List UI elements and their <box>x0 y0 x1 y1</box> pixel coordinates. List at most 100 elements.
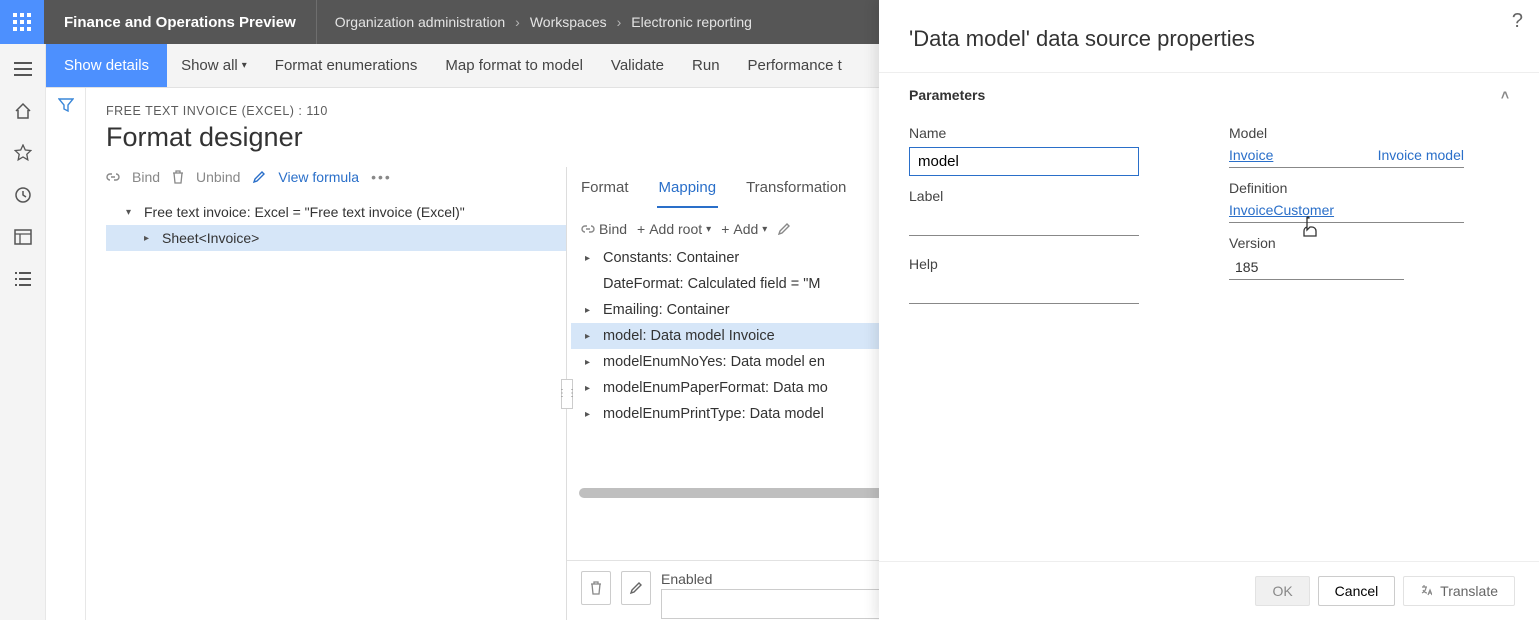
action-label: Run <box>692 57 720 74</box>
workspace-icon[interactable] <box>8 222 38 252</box>
cancel-button[interactable]: Cancel <box>1318 576 1396 606</box>
caret-right-icon: ▸ <box>585 409 595 420</box>
version-label: Version <box>1229 235 1509 251</box>
breadcrumb-item[interactable]: Workspaces <box>530 14 607 30</box>
delete-button[interactable] <box>581 571 611 605</box>
chevron-down-icon: ▾ <box>242 60 247 71</box>
panel-title: 'Data model' data source properties <box>879 0 1539 72</box>
view-formula-button[interactable]: View formula <box>278 169 359 185</box>
left-nav-rail <box>0 44 46 620</box>
caret-right-icon: ▸ <box>585 331 595 342</box>
label-label: Label <box>909 188 1189 204</box>
tree-row[interactable]: ▾ Free text invoice: Excel = "Free text … <box>106 199 566 225</box>
left-toolbar: Bind Unbind View formula ••• <box>106 167 566 191</box>
action-label: Validate <box>611 57 664 74</box>
definition-label: Definition <box>1229 180 1509 196</box>
action-label: Performance t <box>748 57 842 74</box>
chevron-down-icon: ▾ <box>762 224 767 235</box>
chevron-right-icon: › <box>515 14 520 30</box>
add-root-label: Add root <box>649 221 702 237</box>
tree-label: modelEnumPrintType: Data model <box>603 406 824 422</box>
version-value: 185 <box>1235 257 1258 275</box>
app-launcher-button[interactable] <box>0 0 44 44</box>
breadcrumb: Organization administration › Workspaces… <box>317 0 770 44</box>
panel-footer: OK Cancel Translate <box>879 561 1539 620</box>
tree-label: Constants: Container <box>603 250 739 266</box>
label-input[interactable] <box>909 210 1139 236</box>
cancel-label: Cancel <box>1335 583 1379 599</box>
help-input[interactable] <box>909 278 1139 304</box>
filter-strip <box>46 88 86 620</box>
more-icon[interactable]: ••• <box>371 169 392 185</box>
edit-button[interactable] <box>777 222 791 236</box>
caret-right-icon: ▸ <box>585 383 595 394</box>
link-icon <box>106 170 120 184</box>
app-title: Finance and Operations Preview <box>44 0 317 44</box>
model-link-left[interactable]: Invoice <box>1229 147 1273 163</box>
translate-label: Translate <box>1440 583 1498 599</box>
name-label: Name <box>909 125 1189 141</box>
parameters-section-header[interactable]: Parameters ˄ <box>879 73 1539 109</box>
hamburger-icon[interactable] <box>8 54 38 84</box>
section-title: Parameters <box>909 87 985 103</box>
tree-label: Emailing: Container <box>603 302 730 318</box>
unbind-button[interactable]: Unbind <box>196 169 240 185</box>
list-icon[interactable] <box>8 264 38 294</box>
recent-icon[interactable] <box>8 180 38 210</box>
breadcrumb-item[interactable]: Electronic reporting <box>631 14 752 30</box>
map-format-button[interactable]: Map format to model <box>431 44 597 87</box>
filter-icon[interactable] <box>58 98 74 620</box>
tree-label: Sheet<Invoice> <box>162 230 259 246</box>
tree-label: modelEnumPaperFormat: Data mo <box>603 380 828 396</box>
breadcrumb-item[interactable]: Organization administration <box>335 14 505 30</box>
caret-down-icon: ▾ <box>126 207 136 218</box>
validate-button[interactable]: Validate <box>597 44 678 87</box>
tab-mapping[interactable]: Mapping <box>657 173 719 208</box>
add-button[interactable]: + Add ▾ <box>721 221 767 237</box>
show-all-button[interactable]: Show all ▾ <box>167 44 261 87</box>
translate-button[interactable]: Translate <box>1403 576 1515 606</box>
definition-link[interactable]: InvoiceCustomer <box>1229 202 1334 218</box>
chevron-right-icon: › <box>617 14 622 30</box>
properties-panel: ? 'Data model' data source properties Pa… <box>879 0 1539 620</box>
show-details-button[interactable]: Show details <box>46 44 167 87</box>
bind-button[interactable]: Bind <box>581 221 627 237</box>
edit-enabled-button[interactable] <box>621 571 651 605</box>
caret-right-icon: ▸ <box>585 357 595 368</box>
caret-right-icon: ▸ <box>585 253 595 264</box>
show-details-label: Show details <box>64 57 149 74</box>
chevron-up-icon[interactable]: ˄ <box>1501 87 1509 103</box>
translate-icon <box>1420 583 1436 599</box>
tree-label: DateFormat: Calculated field = "M <box>603 276 821 292</box>
format-enumerations-button[interactable]: Format enumerations <box>261 44 432 87</box>
pencil-icon <box>252 170 266 184</box>
ok-label: OK <box>1272 583 1292 599</box>
caret-right-icon: ▸ <box>144 233 154 244</box>
tree-row[interactable]: ▸ Sheet<Invoice> <box>106 225 566 251</box>
star-icon[interactable] <box>8 138 38 168</box>
tab-format[interactable]: Format <box>579 173 631 208</box>
chevron-down-icon: ▾ <box>706 224 711 235</box>
help-icon[interactable]: ? <box>1512 10 1523 33</box>
waffle-icon <box>13 13 31 31</box>
home-icon[interactable] <box>8 96 38 126</box>
tree-label: model: Data model Invoice <box>603 328 775 344</box>
format-tree: ▾ Free text invoice: Excel = "Free text … <box>106 199 566 251</box>
bind-label: Bind <box>599 221 627 237</box>
model-label: Model <box>1229 125 1509 141</box>
performance-button[interactable]: Performance t <box>734 44 856 87</box>
trash-icon <box>172 170 184 184</box>
help-label: Help <box>909 256 1189 272</box>
tree-label: modelEnumNoYes: Data model en <box>603 354 825 370</box>
split-handle[interactable]: ⋮⋮ <box>561 379 573 409</box>
model-link-right[interactable]: Invoice model <box>1378 147 1464 163</box>
action-label: Show all <box>181 57 238 74</box>
ok-button[interactable]: OK <box>1255 576 1309 606</box>
name-input[interactable] <box>909 147 1139 176</box>
add-root-button[interactable]: + Add root ▾ <box>637 221 711 237</box>
run-button[interactable]: Run <box>678 44 734 87</box>
bind-button[interactable]: Bind <box>132 169 160 185</box>
tab-transformations[interactable]: Transformation <box>744 173 848 208</box>
plus-icon: + <box>637 221 645 237</box>
model-field[interactable]: Invoice Invoice model <box>1229 147 1464 168</box>
